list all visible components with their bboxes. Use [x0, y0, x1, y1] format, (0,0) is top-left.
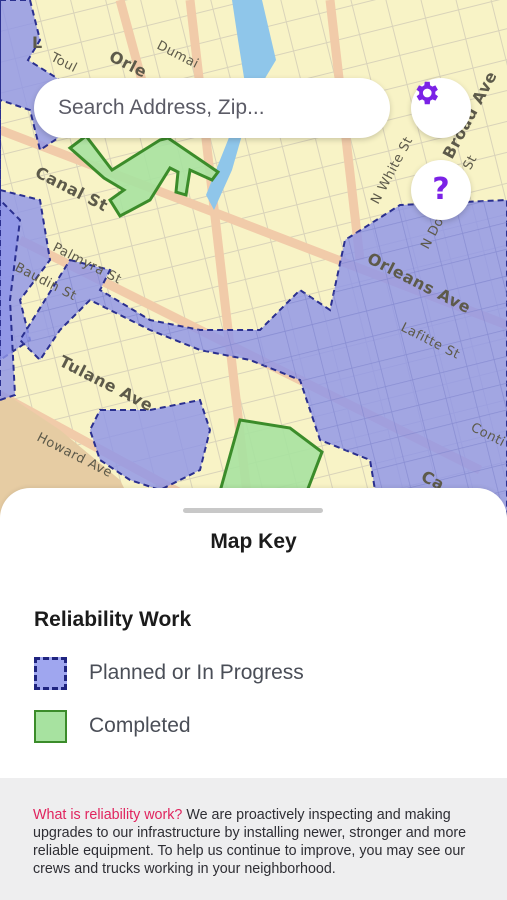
help-button[interactable]: ? [411, 160, 471, 220]
legend-label: Planned or In Progress [89, 661, 304, 684]
gear-icon [416, 81, 438, 105]
legend-item-planned: Planned or In Progress [34, 656, 304, 690]
completed-swatch [34, 709, 67, 743]
map-view[interactable]: Canal St Palmyra St Tulane Ave Orleans A… [0, 0, 507, 520]
search-input[interactable] [58, 96, 390, 120]
help-icon: ? [432, 172, 450, 207]
sheet-title: Map Key [210, 530, 297, 553]
info-panel: What is reliability work? We are proacti… [0, 778, 507, 900]
section-title: Reliability Work [34, 608, 192, 631]
street-label: L [32, 33, 43, 52]
search-bar[interactable] [34, 78, 390, 138]
info-link[interactable]: What is reliability work? [33, 807, 182, 823]
legend-item-completed: Completed [34, 709, 191, 743]
planned-swatch [34, 656, 67, 690]
sheet-grabber[interactable] [183, 508, 323, 513]
settings-button[interactable] [411, 78, 471, 138]
map-key-sheet: Map Key Reliability Work Planned or In P… [0, 488, 507, 900]
legend-label: Completed [89, 714, 191, 737]
